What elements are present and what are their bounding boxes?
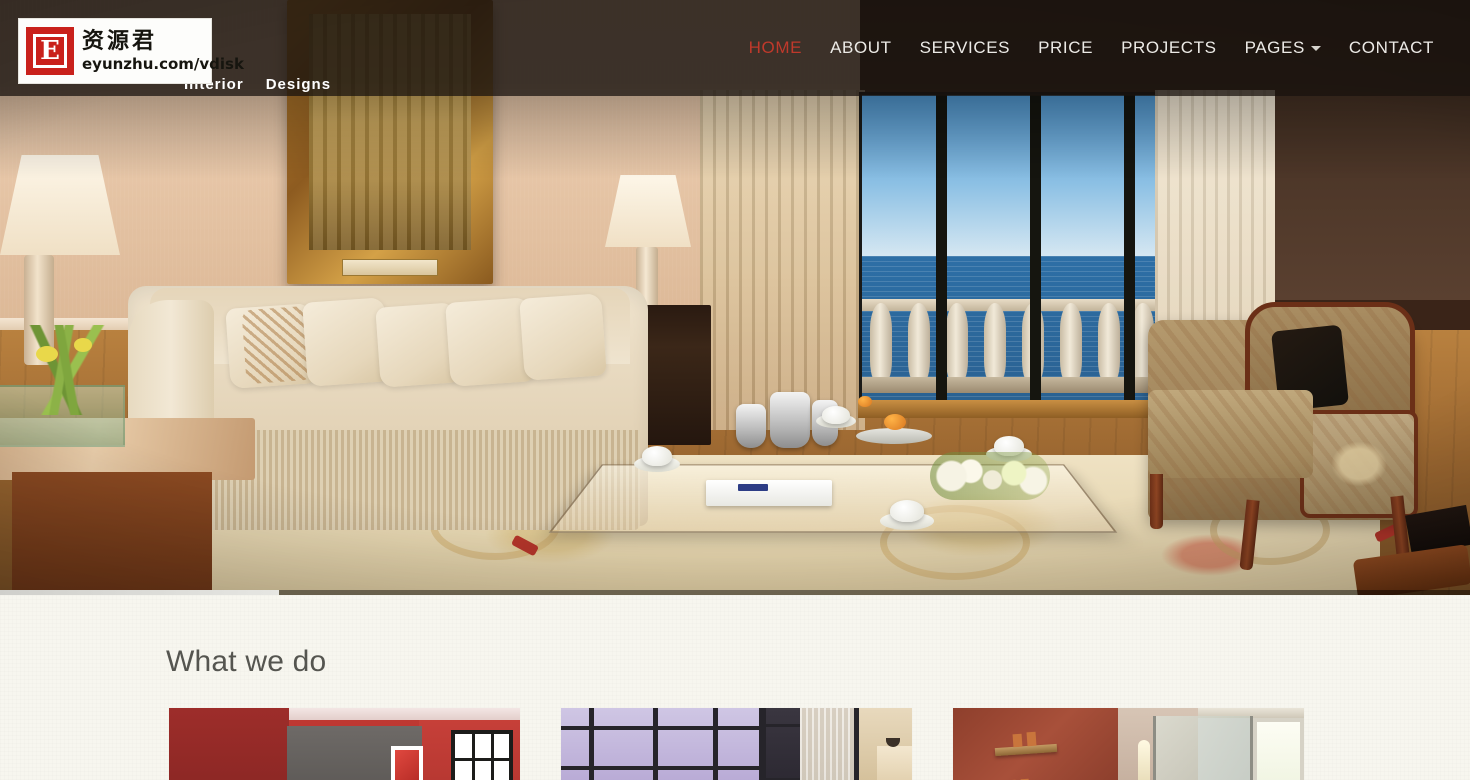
page-root: oge InteriorDesigns HOMEABOUTSERVICESPRI… [0,0,1470,780]
nav-link-label: PROJECTS [1121,38,1217,57]
baluster [984,303,1006,387]
window-mullion [936,95,947,405]
baluster [870,303,892,387]
pastry [884,414,906,430]
watermark-overlay: E 资源君 eyunzhu.com/vdisk [18,18,244,84]
card-image [953,708,1304,780]
teacup [822,406,850,424]
balustrade [862,299,1162,393]
silver-pitcher [736,404,766,448]
nav-link-label: PRICE [1038,38,1094,57]
service-card-warm-room[interactable] [953,708,1304,780]
nav-link-label: PAGES [1244,38,1305,57]
service-card-loft-windows[interactable] [561,708,912,780]
service-card-grid [169,708,1304,780]
baluster [1060,303,1082,387]
section-title: What we do [166,645,327,678]
watermark-badge-letter: E [33,34,67,68]
what-we-do-section: What we do [0,595,1470,780]
chevron-down-icon [1310,46,1321,52]
nav-link-pages[interactable]: PAGES [1231,30,1335,66]
window-mullion [1030,95,1041,405]
main-navigation: HOME ABOUT SERVICES PRICE PROJECTS PAGES CONTA… [735,0,1448,96]
nav-link-about[interactable]: ABOUT [816,30,906,66]
curtain-left [700,90,865,430]
window-sill [858,400,1168,418]
teacup [890,500,924,522]
pastry-stand [856,428,932,444]
sofa-pillow [519,293,607,381]
watermark-badge-icon: E [26,27,74,75]
flower-arrangement [930,452,1050,500]
baluster [1098,303,1120,387]
brand-tagline-right: Designs [265,76,332,93]
armchair-leg [1150,474,1163,529]
mirror-plaque [342,259,438,276]
yellow-flower [74,338,92,352]
nav-link-label: HOME [748,38,803,57]
book-accent [738,484,768,491]
window-mullion [1124,95,1135,405]
silver-teapot [770,392,810,448]
nav-link-home[interactable]: HOME [735,30,816,66]
watermark-chinese: 资源君 [82,29,158,54]
watermark-text: 资源君 eyunzhu.com/vdisk [82,29,244,73]
ottoman [1148,390,1313,478]
yellow-flower [36,346,58,362]
service-card-red-room[interactable] [169,708,520,780]
teacup [642,446,672,466]
sofa-pillow-trim [241,305,313,385]
baluster [946,303,968,387]
card-image [561,708,912,780]
nav-link-label: SERVICES [919,38,1011,57]
nav-link-projects[interactable]: PROJECTS [1107,30,1230,66]
pastry [858,396,872,407]
card-image [169,708,520,780]
nav-link-contact[interactable]: CONTACT [1335,30,1448,66]
balcony-window [862,95,1162,405]
balustrade-rail [862,299,1162,311]
watermark-url: eyunzhu.com/vdisk [82,55,244,73]
sky [862,95,1162,257]
balustrade-base [862,377,1162,393]
nav-link-label: CONTACT [1348,38,1434,57]
nav-link-services[interactable]: SERVICES [906,30,1024,66]
coffee-table-book [706,480,832,506]
console-leg [12,472,212,595]
nav-link-price[interactable]: PRICE [1024,30,1107,66]
baluster [908,303,930,387]
nav-link-label: ABOUT [830,38,892,57]
